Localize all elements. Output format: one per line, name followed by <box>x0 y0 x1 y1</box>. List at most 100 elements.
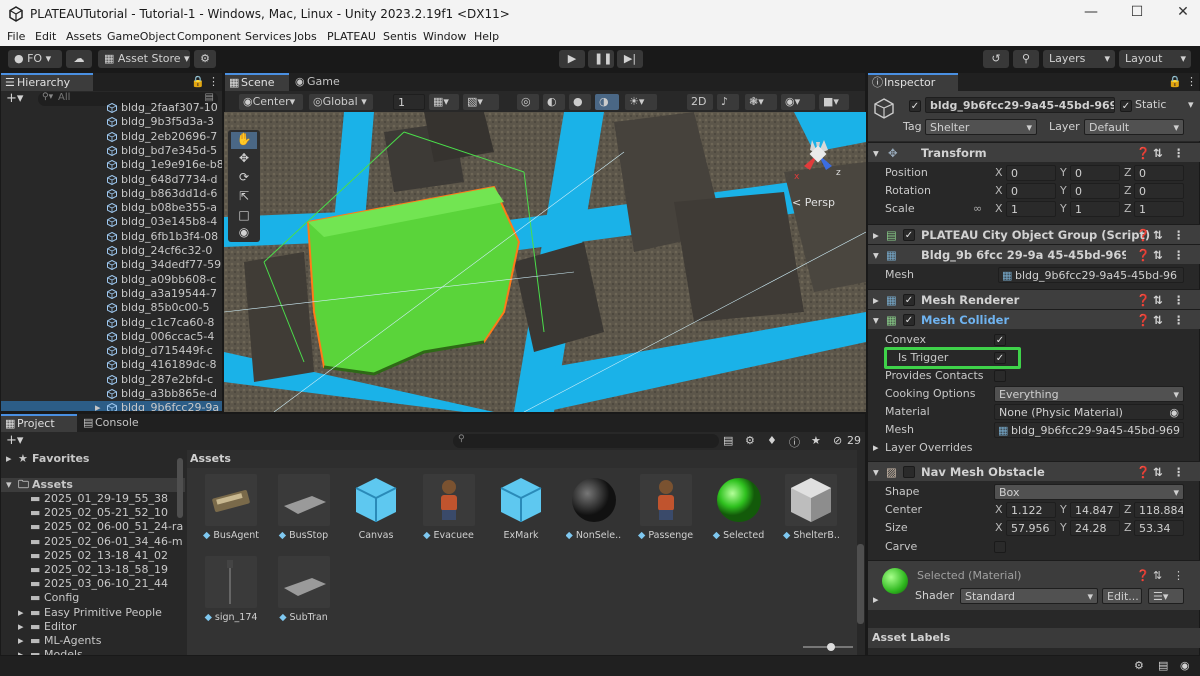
stack-icon[interactable]: ▤ <box>1158 659 1168 672</box>
lit-button[interactable]: ◑ <box>595 94 619 110</box>
folder-item[interactable]: ▬ 2025_02_13-18_41_02 <box>1 549 177 563</box>
transform-tool-button[interactable]: ◉ <box>231 225 257 242</box>
asset-item[interactable]: ExMark <box>493 474 549 541</box>
tab-inspector[interactable]: ⓘ Inspector <box>868 73 958 91</box>
asset-store-button[interactable]: ▦ Asset Store ▾ <box>98 50 190 68</box>
star-icon[interactable]: ★ <box>811 434 821 447</box>
help-icon[interactable]: ❓ <box>1136 462 1150 482</box>
preset-icon[interactable]: ⇅ <box>1153 569 1162 582</box>
object-name-field[interactable]: bldg_9b6fcc29-9a45-45bd-9695 <box>925 97 1115 113</box>
convex-checkbox[interactable]: ✓ <box>994 334 1006 346</box>
pivot-dropdown[interactable]: ◉Center▾ <box>239 94 303 110</box>
folder-item[interactable]: ▬ Config <box>1 591 177 605</box>
menu-file[interactable]: File <box>7 30 25 43</box>
chevron-down-icon[interactable]: ▾ <box>1188 98 1194 111</box>
hierarchy-item[interactable]: bldg_006ccac5-4 <box>1 330 222 344</box>
more-icon[interactable]: ⋮ <box>1173 290 1185 310</box>
hierarchy-item[interactable]: bldg_d715449f-c <box>1 344 222 358</box>
mesh-renderer-checkbox[interactable]: ✓ <box>903 294 915 306</box>
asset-item[interactable]: ◆ Evacuee <box>421 474 477 541</box>
help-icon[interactable]: ❓ <box>1136 143 1150 163</box>
move-tool-button[interactable]: ✥ <box>231 151 257 168</box>
search-button[interactable]: ⚲ <box>1013 50 1039 68</box>
cooking-options-dropdown[interactable]: Everything ▾ <box>994 386 1184 402</box>
more-icon[interactable]: ⋮ <box>1173 225 1185 245</box>
layer-overrides-row[interactable]: ▸ Layer Overrides <box>868 439 1200 457</box>
size-z-field[interactable]: 53.34 <box>1134 520 1184 536</box>
hierarchy-item[interactable]: bldg_24cf6c32-0 <box>1 244 222 258</box>
folder-item[interactable]: ▬ 2025_02_06-01_34_46-m <box>1 535 183 549</box>
asset-item[interactable]: ◆ NonSele... <box>566 474 622 541</box>
effects-dropdown[interactable]: ❃▾ <box>745 94 777 110</box>
lighting-button[interactable]: ☀▾ <box>625 94 657 110</box>
scale-tool-button[interactable]: ⇱ <box>231 189 257 206</box>
nav-mesh-obstacle-component[interactable]: ▾ ▨ Nav Mesh Obstacle ❓ ⇅ ⋮ <box>868 461 1200 481</box>
menu-help[interactable]: Help <box>474 30 499 43</box>
mesh-field[interactable]: ▦ bldg_9b6fcc29-9a45-45bd-96 <box>998 267 1184 283</box>
visibility-dropdown[interactable]: ◉▾ <box>781 94 815 110</box>
mesh-collider-checkbox[interactable]: ✓ <box>903 314 915 326</box>
hierarchy-item[interactable]: bldg_b863dd1d-6 <box>1 187 222 201</box>
expand-arrow-icon[interactable]: ▸ <box>18 620 24 634</box>
rect-tool-button[interactable]: □ <box>231 208 257 225</box>
filter-icon[interactable]: ⚙ <box>745 434 755 447</box>
carve-checkbox[interactable] <box>994 541 1006 553</box>
hierarchy-item[interactable]: bldg_2eb20696-7 <box>1 130 222 144</box>
tab-hierarchy[interactable]: ☰ Hierarchy <box>1 73 93 91</box>
center-z-field[interactable]: 118.884 <box>1134 502 1184 518</box>
physic-material-field[interactable]: None (Physic Material) ◉ <box>994 404 1184 420</box>
rotation-x-field[interactable]: 0 <box>1006 183 1056 199</box>
hierarchy-item[interactable]: bldg_287e2bfd-c <box>1 373 222 387</box>
tab-game[interactable]: ◉ Game <box>291 73 353 91</box>
settings-button[interactable]: ⚙ <box>194 50 216 68</box>
preset-icon[interactable]: ⇅ <box>1153 462 1163 482</box>
center-x-field[interactable]: 1.122 <box>1006 502 1056 518</box>
mesh-renderer-component[interactable]: ▸ ▦ ✓ Mesh Renderer ❓ ⇅ ⋮ <box>868 289 1200 309</box>
hierarchy-item[interactable]: bldg_6fb1b3f4-08 <box>1 230 222 244</box>
preset-icon[interactable]: ⇅ <box>1153 310 1163 330</box>
folder-item[interactable]: ▬ 2025_01_29-19_55_38 <box>1 492 177 506</box>
menu-edit[interactable]: Edit <box>35 30 56 43</box>
help-icon[interactable]: ❓ <box>1136 290 1150 310</box>
space-dropdown[interactable]: ◎Global ▾ <box>309 94 373 110</box>
more-icon[interactable]: ⋮ <box>1173 245 1185 265</box>
minimize-button[interactable]: — <box>1080 4 1102 24</box>
shaded-wireframe-button[interactable]: ◐ <box>543 94 565 110</box>
hierarchy-item[interactable]: bldg_85b0c00-5 <box>1 301 222 315</box>
scale-y-field[interactable]: 1 <box>1070 201 1120 217</box>
hierarchy-item[interactable]: bldg_03e145b8-4 <box>1 215 222 229</box>
search-by-type-icon[interactable]: ▤ <box>723 434 733 447</box>
nav-obstacle-checkbox[interactable] <box>903 466 915 478</box>
hierarchy-item[interactable]: bldg_2faaf307-10 <box>1 101 222 115</box>
info-icon[interactable]: ⓘ <box>789 434 800 450</box>
label-icon[interactable]: ♦ <box>767 434 777 447</box>
increment-snap-button[interactable]: ▧▾ <box>463 94 499 110</box>
scene-viewport[interactable]: ✋ ✥ ⟳ ⇱ □ ◉ x z < Persp <box>224 112 866 412</box>
asset-item[interactable]: ◆ BusStop <box>276 474 332 541</box>
scene-gizmo[interactable]: x z <box>790 132 846 192</box>
hierarchy-item[interactable]: ▸ bldg_9b6fcc29-9a <box>1 401 222 411</box>
folder-item[interactable]: ▸ ▬ ML-Agents <box>1 634 177 648</box>
history-button[interactable]: ↺ <box>983 50 1009 68</box>
object-picker-icon[interactable]: ◉ <box>1169 405 1179 419</box>
hierarchy-item[interactable]: bldg_9b3f5d3a-3 <box>1 115 222 129</box>
asset-item[interactable]: ◆ BusAgent <box>203 474 259 541</box>
pause-button[interactable]: ❚❚ <box>588 50 614 68</box>
preset-icon[interactable]: ⇅ <box>1153 225 1163 245</box>
folder-item[interactable]: ▬ 2025_02_06-00_51_24-ra <box>1 520 183 534</box>
2d-toggle[interactable]: 2D <box>687 94 713 110</box>
position-x-field[interactable]: 0 <box>1006 165 1056 181</box>
hierarchy-item[interactable]: bldg_a3a19544-7 <box>1 287 222 301</box>
hidden-count-icon[interactable]: ⊘ <box>833 434 842 447</box>
expand-arrow-icon[interactable]: ▸ <box>95 401 101 411</box>
link-icon[interactable]: ∞ <box>973 200 982 218</box>
menu-plateau[interactable]: PLATEAU <box>327 30 376 43</box>
expand-arrow-icon[interactable]: ▸ <box>18 634 24 648</box>
scale-x-field[interactable]: 1 <box>1006 201 1056 217</box>
more-icon[interactable]: ⋮ <box>1173 143 1185 163</box>
projection-label[interactable]: < Persp <box>792 196 835 209</box>
asset-item[interactable]: Canvas <box>348 474 404 541</box>
expand-arrow-icon[interactable]: ▸ <box>18 606 24 620</box>
hierarchy-item[interactable]: bldg_a09bb608-c <box>1 273 222 287</box>
help-icon[interactable]: ❓ <box>1136 245 1150 265</box>
